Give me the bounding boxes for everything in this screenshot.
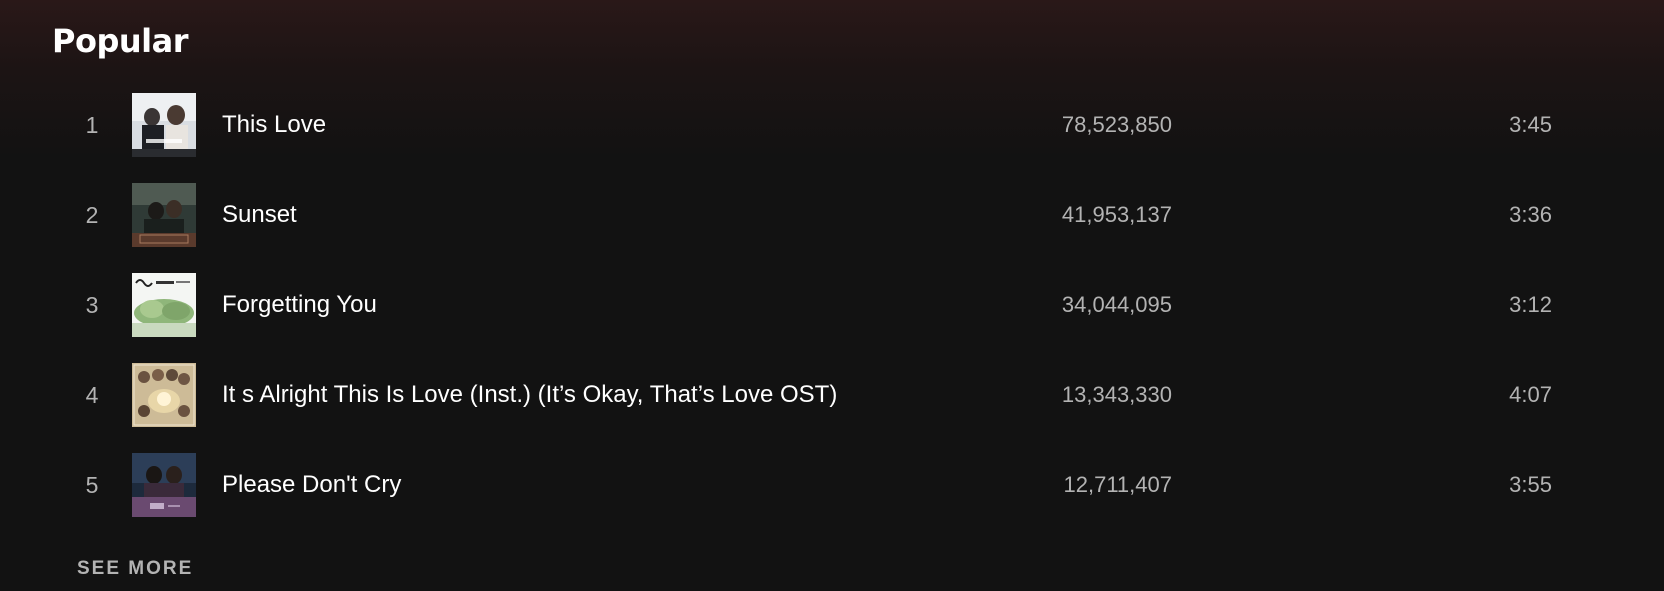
track-duration: 3:45: [1509, 112, 1552, 137]
album-cover-image: [132, 93, 196, 157]
album-cover-image: [132, 363, 196, 427]
track-duration: 3:55: [1509, 472, 1552, 497]
album-cover-image: [132, 453, 196, 517]
track-title[interactable]: It s Alright This Is Love (Inst.) (It’s …: [222, 350, 837, 440]
track-row[interactable]: 2 Sunset 41,953,137 3:36: [52, 170, 1612, 260]
track-play-count: 13,343,330: [1061, 382, 1172, 407]
see-more-button[interactable]: SEE MORE: [77, 558, 193, 580]
album-art-landscape-green-icon: [132, 273, 196, 337]
album-art-couple-bright-icon: [132, 93, 196, 157]
track-index: 1: [85, 112, 99, 138]
track-title[interactable]: Sunset: [222, 170, 297, 260]
album-cover-image: [132, 273, 196, 337]
popular-tracks-section: Popular 1 This Love 78,523,850 3:45 2 Su…: [0, 0, 1664, 591]
track-title[interactable]: Forgetting You: [222, 260, 377, 350]
track-index: 4: [85, 382, 99, 408]
track-row[interactable]: 4 It s Alright This Is Love (Inst.) (It’…: [52, 350, 1612, 440]
album-art-couple-dark-icon: [132, 183, 196, 247]
track-index: 2: [85, 202, 99, 228]
album-art-cast-collage-icon: [132, 363, 196, 427]
section-title: Popular: [52, 22, 188, 60]
track-title[interactable]: This Love: [222, 80, 326, 170]
track-play-count: 78,523,850: [1061, 112, 1172, 137]
track-duration: 3:12: [1509, 292, 1552, 317]
track-play-count: 12,711,407: [1063, 472, 1172, 497]
album-cover-image: [132, 183, 196, 247]
album-art-couple-night-icon: [132, 453, 196, 517]
track-row[interactable]: 3 Forgetting You 34,044,095 3:12: [52, 260, 1612, 350]
tracklist: 1 This Love 78,523,850 3:45 2 Sunset 41,…: [52, 80, 1612, 530]
track-row[interactable]: 1 This Love 78,523,850 3:45: [52, 80, 1612, 170]
track-index: 3: [85, 292, 99, 318]
track-play-count: 34,044,095: [1061, 292, 1172, 317]
track-duration: 4:07: [1509, 382, 1552, 407]
track-duration: 3:36: [1509, 202, 1552, 227]
track-title[interactable]: Please Don't Cry: [222, 440, 401, 530]
track-row[interactable]: 5 Please Don't Cry 12,711,407 3:55: [52, 440, 1612, 530]
track-play-count: 41,953,137: [1061, 202, 1172, 227]
track-index: 5: [85, 472, 99, 498]
